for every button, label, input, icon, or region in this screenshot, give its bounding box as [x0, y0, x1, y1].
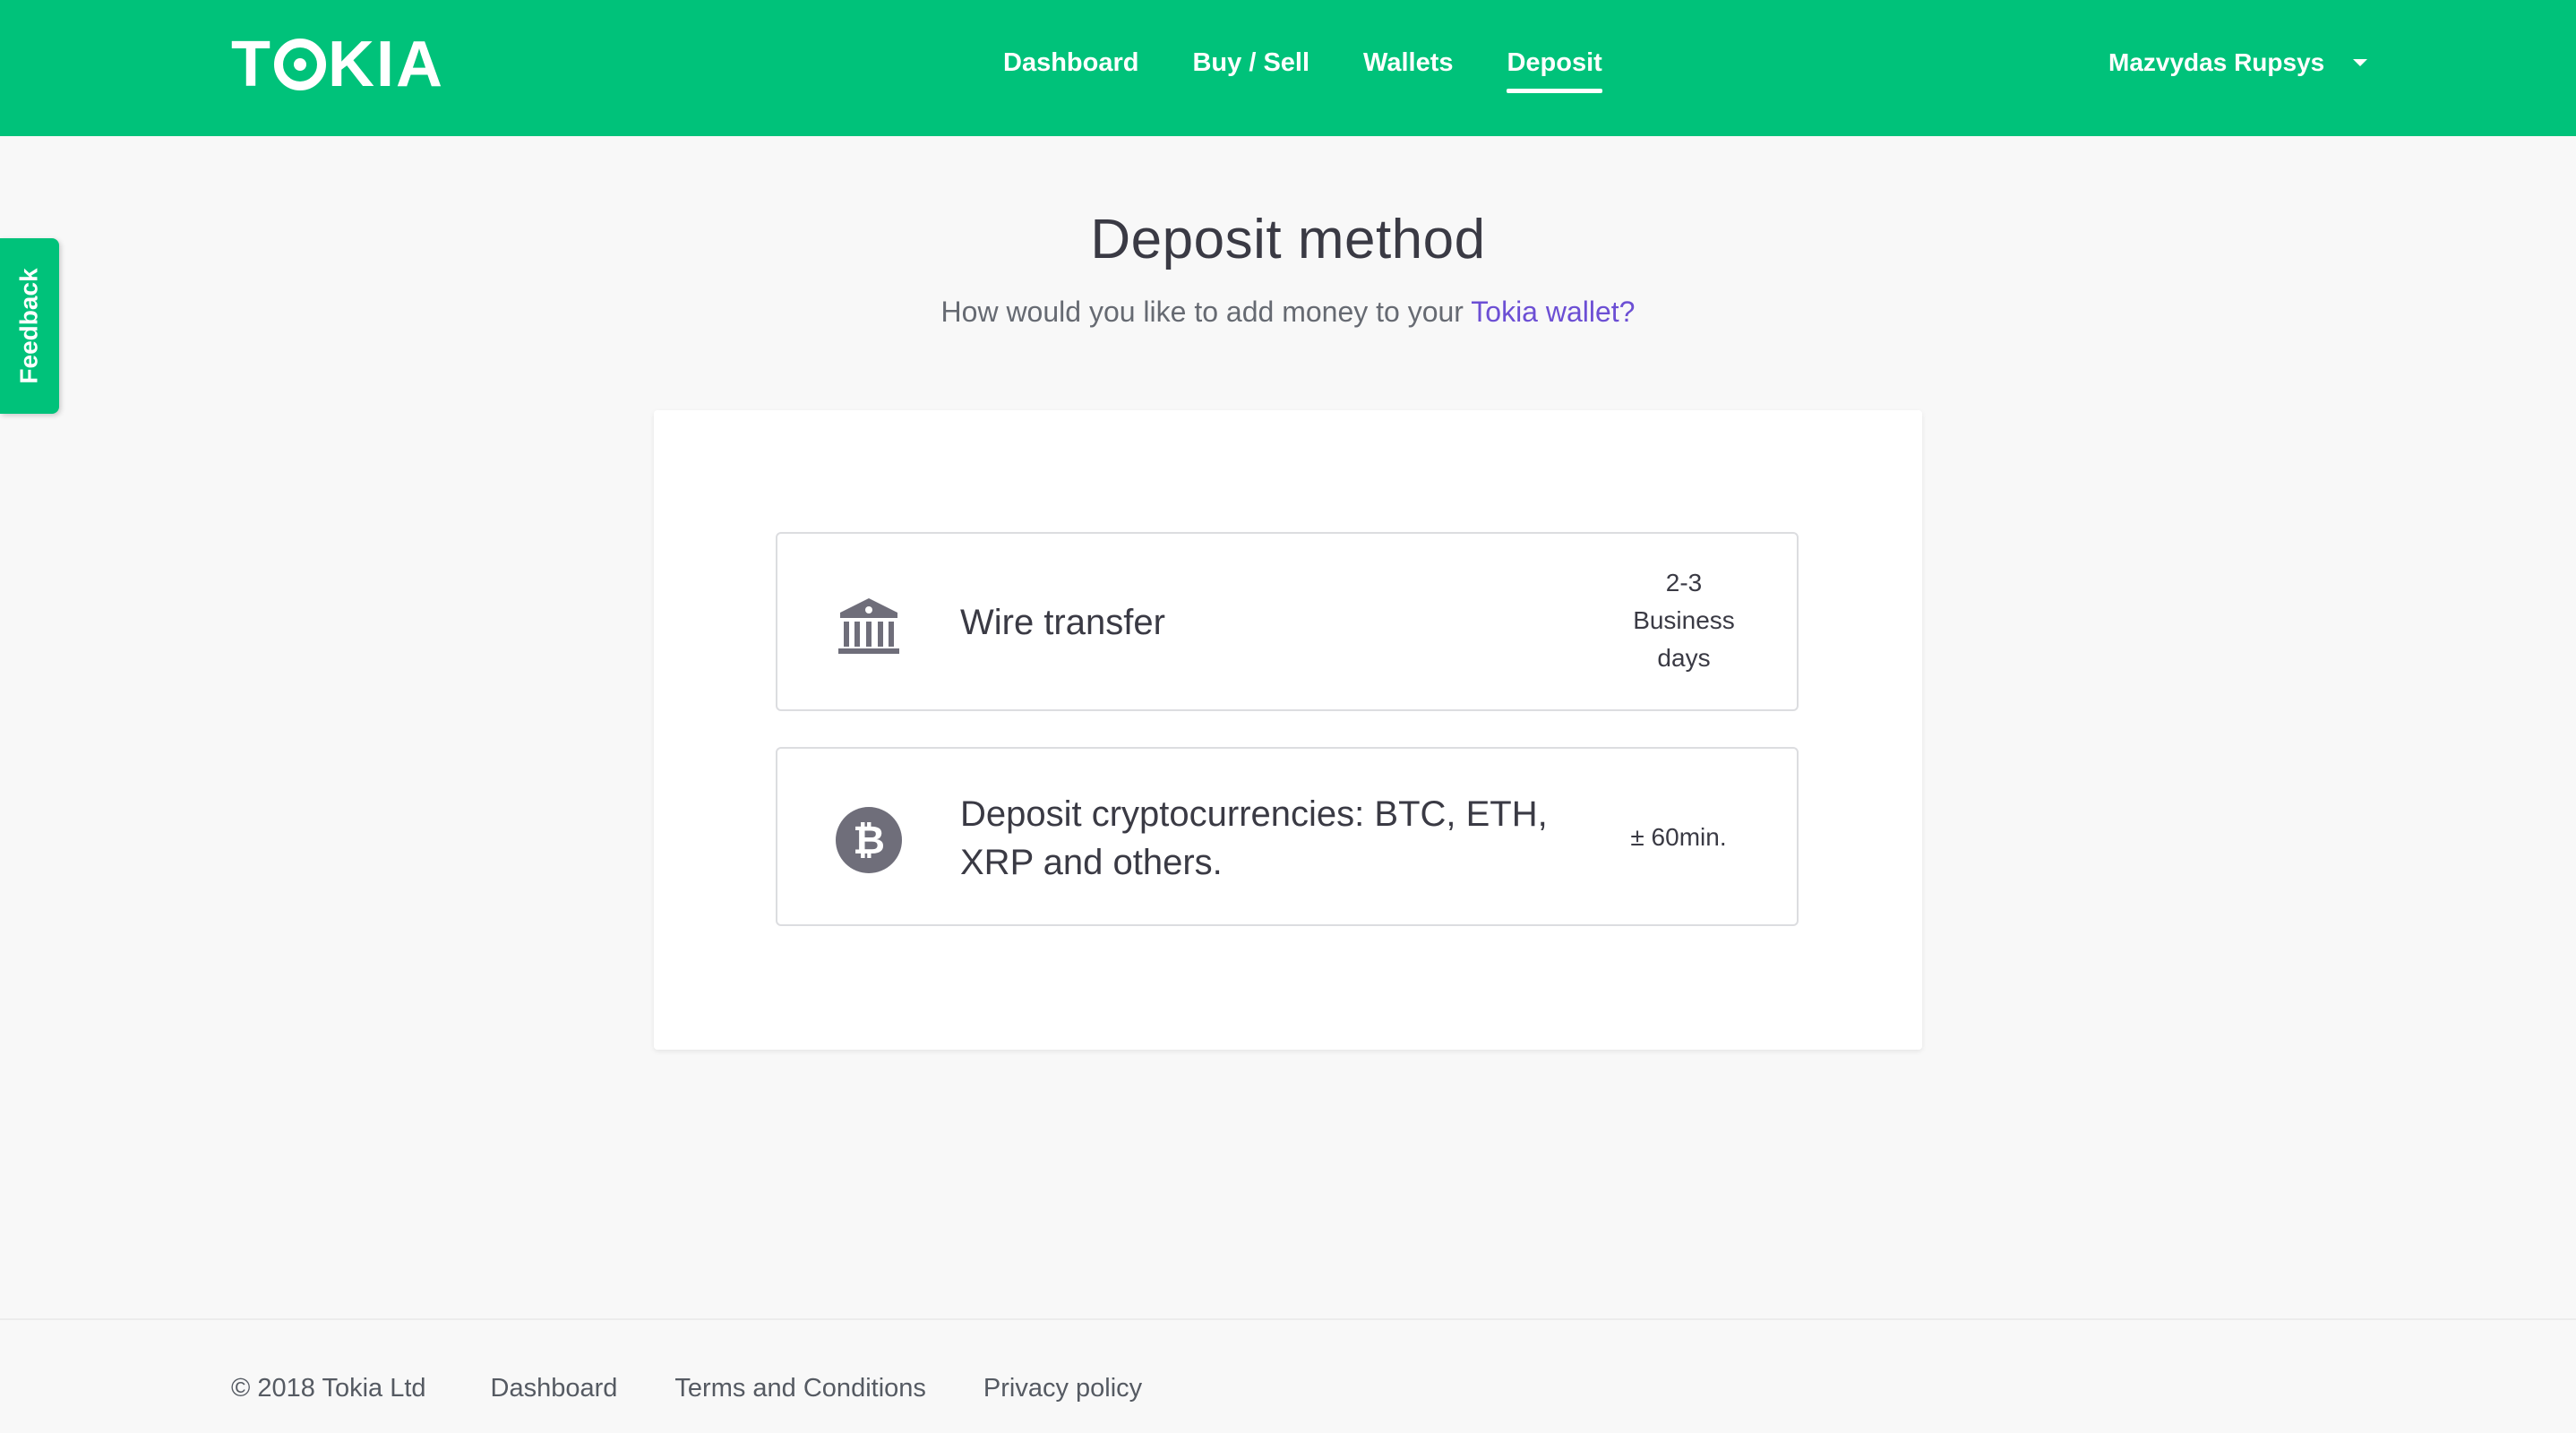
time-line: 2-3 — [1665, 569, 1703, 596]
time-line: days — [1657, 644, 1711, 672]
footer-link-terms[interactable]: Terms and Conditions — [674, 1374, 925, 1403]
nav-item-deposit[interactable]: Deposit — [1507, 43, 1603, 93]
nav-item-buy-sell[interactable]: Buy / Sell — [1192, 43, 1309, 93]
svg-text:₿: ₿ — [853, 818, 885, 863]
copyright: © 2018 Tokia Ltd — [231, 1373, 426, 1403]
bank-icon — [838, 598, 899, 654]
time-line: Business — [1633, 606, 1735, 634]
option-processing-time: 2-3 Business days — [1612, 564, 1756, 677]
subtitle-text: How would you like to add money to your — [940, 296, 1472, 328]
time-line: ± 60min. — [1630, 823, 1727, 851]
chevron-down-icon — [2353, 59, 2368, 66]
logo-text-start: T — [231, 29, 272, 100]
deposit-methods-card: Wire transfer 2-3 Business days ₿ Deposi… — [654, 410, 1922, 1050]
user-menu[interactable]: Mazvydas Rupsys — [2108, 43, 2368, 82]
option-title: Deposit cryptocurrencies: BTC, ETH, XRP … — [960, 794, 1548, 882]
footer: © 2018 Tokia Ltd Dashboard Terms and Con… — [231, 1370, 1199, 1406]
footer-divider — [0, 1318, 2576, 1320]
option-title: Wire transfer — [960, 603, 1165, 642]
nav-item-dashboard[interactable]: Dashboard — [1003, 43, 1138, 93]
main-nav: Dashboard Buy / Sell Wallets Deposit — [1003, 43, 1656, 93]
footer-link-privacy[interactable]: Privacy policy — [983, 1374, 1142, 1403]
option-processing-time: ± 60min. — [1598, 819, 1759, 856]
tokia-logo[interactable]: T KIA — [231, 32, 444, 97]
user-name: Mazvydas Rupsys — [2108, 48, 2325, 76]
bitcoin-icon: ₿ — [836, 807, 902, 873]
nav-item-wallets[interactable]: Wallets — [1363, 43, 1453, 93]
deposit-option-wire-transfer[interactable]: Wire transfer 2-3 Business days — [776, 532, 1799, 711]
deposit-option-crypto[interactable]: ₿ Deposit cryptocurrencies: BTC, ETH, XR… — [776, 747, 1799, 926]
footer-link-dashboard[interactable]: Dashboard — [491, 1374, 618, 1403]
page-title: Deposit method — [1090, 209, 1486, 270]
tokia-wallet-link[interactable]: Tokia wallet? — [1471, 296, 1635, 328]
logo-text-end: KIA — [327, 29, 444, 100]
top-navigation-bar: T KIA Dashboard Buy / Sell Wallets Deposi… — [0, 0, 2576, 136]
page-subtitle: How would you like to add money to your … — [0, 296, 2576, 329]
logo-o-mark — [273, 39, 326, 90]
